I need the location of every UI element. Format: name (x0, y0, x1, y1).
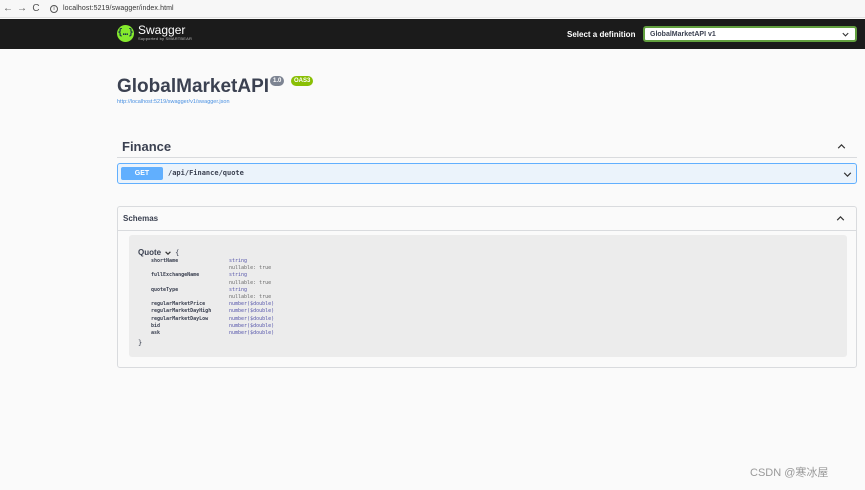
property-row: regularMarketDayHigh number($double) (151, 308, 451, 315)
property-type: number($double) (229, 322, 275, 329)
property-type: string (229, 272, 248, 279)
method-badge: GET (121, 167, 163, 180)
model-name: Quote (138, 248, 162, 257)
reload-icon[interactable]: C (30, 2, 42, 16)
property-row: regularMarketPrice number($double) (151, 301, 451, 308)
property-name: quoteType (151, 286, 179, 293)
property-type: number($double) (229, 329, 275, 336)
definition-label: Select a definition (567, 30, 636, 39)
property-row: nullable: true (151, 280, 451, 287)
property-type: number($double) (229, 301, 275, 308)
api-title: GlobalMarketAPI (117, 76, 270, 97)
spec-link[interactable]: http://localhost:5219/swagger/v1/swagger… (117, 99, 230, 105)
chevron-up-icon[interactable] (835, 213, 846, 224)
close-brace: } (138, 339, 143, 347)
property-name: regularMarketDayHigh (151, 308, 212, 315)
model-title[interactable]: Quote { (138, 248, 179, 257)
property-name: bid (151, 322, 161, 329)
watermark: CSDN @寒冰屋 (750, 467, 829, 479)
browser-toolbar: ← → C i localhost:5219/swagger/index.htm… (0, 0, 865, 18)
property-name: shortName (151, 258, 179, 264)
property-name: ask (151, 329, 161, 336)
property-nullable: nullable: true (229, 279, 272, 286)
operation-get-quote[interactable]: GET /api/Finance/quote (117, 163, 857, 184)
tag-finance[interactable]: Finance (117, 136, 857, 158)
schemas-section: Schemas Quote { shortName string nullable:… (117, 206, 857, 368)
logo-subtitle: Supported by SMARTBEAR (138, 36, 193, 41)
chevron-down-icon (842, 32, 849, 37)
chevron-up-icon[interactable] (836, 141, 847, 152)
property-type: string (229, 258, 248, 264)
swagger-logo-icon: {…} (117, 24, 134, 42)
property-type: number($double) (229, 315, 275, 322)
model-quote: Quote { shortName string nullable: true ful… (129, 235, 847, 357)
chevron-down-icon[interactable] (164, 249, 172, 257)
version-badge: 1.0 (270, 76, 285, 86)
property-type: number($double) (229, 308, 275, 315)
chevron-down-icon[interactable] (842, 169, 853, 180)
property-type: string (229, 286, 248, 293)
schemas-header[interactable]: Schemas (118, 207, 856, 231)
oas-badge: OAS3 (291, 76, 314, 86)
property-row: ask number($double) (151, 330, 451, 337)
property-row: regularMarketDayLow number($double) (151, 316, 451, 323)
definition-select[interactable]: GlobalMarketAPI v1 (643, 26, 857, 42)
logo-name: Swagger (138, 23, 186, 37)
open-brace: { (175, 248, 180, 257)
info-icon[interactable]: i (50, 4, 58, 13)
tag-name: Finance (122, 139, 172, 154)
url-text[interactable]: localhost:5219/swagger/index.html (63, 5, 174, 12)
address-bar[interactable]: i localhost:5219/swagger/index.html (50, 2, 174, 16)
back-icon[interactable]: ← (2, 2, 14, 16)
property-row: fullExchangeName string (151, 272, 451, 279)
property-nullable: nullable: true (229, 293, 272, 300)
property-row: bid number($double) (151, 323, 451, 330)
property-row: nullable: true (151, 294, 451, 301)
property-name: regularMarketDayLow (151, 315, 209, 322)
operation-path: /api/Finance/quote (168, 169, 244, 177)
swagger-topbar: {…} Swagger Supported by SMARTBEAR Selec… (0, 19, 865, 49)
property-row: shortName string (151, 258, 451, 265)
model-properties: shortName string nullable: true fullExchang… (151, 258, 451, 337)
swagger-logo[interactable]: {…} Swagger Supported by SMARTBEAR (117, 24, 192, 42)
property-name: regularMarketPrice (151, 301, 206, 308)
schemas-title: Schemas (123, 214, 159, 223)
property-name: fullExchangeName (151, 272, 200, 279)
property-row: nullable: true (151, 265, 451, 272)
property-nullable: nullable: true (229, 265, 272, 272)
property-row: quoteType string (151, 287, 451, 294)
definition-select-value: GlobalMarketAPI v1 (650, 30, 716, 38)
forward-icon[interactable]: → (16, 2, 28, 16)
